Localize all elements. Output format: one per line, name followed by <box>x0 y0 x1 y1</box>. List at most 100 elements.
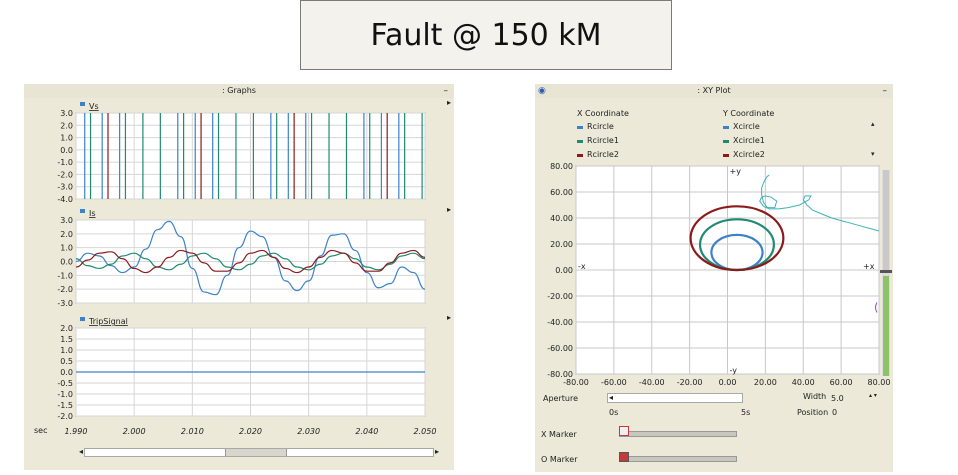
y-tick-label: 0.00 <box>555 266 573 275</box>
time-start-label: 0s <box>609 408 619 417</box>
y-tick-label: -0.5 <box>57 379 73 388</box>
x-tick-label: 0.00 <box>719 378 737 387</box>
graph-0: Vs 3.0 2.0 1.0 0.0 -1.0 -2.0 -3.0 -4.0 ▸ <box>57 98 451 204</box>
xy-panel-header: ◉ : XY Plot – <box>535 84 893 98</box>
graphs-panel-header: : Graphs – <box>24 84 454 98</box>
y-tick-label: -20.00 <box>547 292 573 301</box>
x-tick-label: -60.00 <box>601 378 627 387</box>
y-tick-label: 20.00 <box>550 240 573 249</box>
graph-title: Vs <box>89 102 99 111</box>
legend-label: Rcircle1 <box>587 136 619 145</box>
x-tick-label: -40.00 <box>639 378 665 387</box>
y-tick-label: 1.0 <box>60 134 73 143</box>
aperture-label: Aperture <box>543 394 579 403</box>
y-tick-label: 0.0 <box>60 258 73 267</box>
pin-icon[interactable]: ◉ <box>538 84 546 98</box>
x-tick-label: 20.00 <box>754 378 777 387</box>
x-tick-label: 2.010 <box>181 427 204 436</box>
aperture-left-arrow-icon[interactable]: ◂ <box>609 393 613 402</box>
y-tick-label: -60.00 <box>547 344 573 353</box>
width-spinner-icon[interactable]: ▴ ▾ <box>869 392 877 399</box>
xy-plot: -80.00 -60.00 -40.00 -20.00 0.00 20.00 40.00 60… <box>547 162 890 387</box>
y-coordinate-header: Y Coordinate <box>723 109 775 118</box>
graphs-canvas: Vs3.02.01.00.0-1.0-2.0-3.0-4.0▸Is3.02.01… <box>34 98 451 436</box>
graphs-horizontal-scrollbar[interactable] <box>84 448 434 457</box>
y-tick-label: 1.0 <box>60 244 73 253</box>
y-tick-label: 3.0 <box>60 109 73 118</box>
plus-x-label: +x <box>863 262 875 271</box>
graphs-panel: : Graphs – Vs 3.0 2.0 1.0 0.0 -1.0 -2.0 -3.0 -4.… <box>24 84 454 470</box>
page-title: Fault @ 150 kM <box>370 17 602 53</box>
y-tick-label: 2.0 <box>60 230 73 239</box>
x-marker-thumb[interactable] <box>619 426 629 436</box>
y-tick-label: -3.0 <box>57 299 73 308</box>
legend-label: Xcircle2 <box>733 150 765 159</box>
expand-arrow-icon: ▸ <box>447 98 451 107</box>
x-tick-label: -20.00 <box>677 378 703 387</box>
scroll-up-arrow-icon[interactable]: ▴ <box>871 120 875 128</box>
minus-x-label: -x <box>578 262 586 271</box>
x-tick-label: 2.000 <box>123 427 146 436</box>
position-label: Position <box>797 408 829 417</box>
legend-swatch <box>577 140 583 143</box>
y-tick-label: 1.0 <box>60 346 73 355</box>
x-tick-label: 2.020 <box>239 427 262 436</box>
width-value[interactable]: 5.0 <box>831 394 844 403</box>
legend-swatch <box>80 317 85 321</box>
y-tick-label: -1.0 <box>57 158 73 167</box>
graph-1: Is 3.0 2.0 1.0 0.0 -1.0 -2.0 -3.0 ▸ <box>57 205 451 308</box>
x-tick-label: -80.00 <box>563 378 589 387</box>
minus-y-label: -y <box>730 366 738 375</box>
legend-label: Xcircle1 <box>733 136 765 145</box>
aperture-slider[interactable] <box>607 393 743 403</box>
y-tick-label: 0.0 <box>60 146 73 155</box>
xy-panel-title: : XY Plot <box>697 86 731 95</box>
minimize-button[interactable]: – <box>444 84 449 98</box>
x-marker-track[interactable] <box>619 431 737 437</box>
y-tick-label: 1.5 <box>60 335 73 344</box>
legend-swatch <box>577 154 583 157</box>
x-tick-label: 2.040 <box>355 427 378 436</box>
scroll-track-upper <box>883 170 889 270</box>
minimize-button[interactable]: – <box>883 84 888 98</box>
legend-swatch <box>577 126 583 129</box>
y-tick-label: 2.0 <box>60 121 73 130</box>
x-tick-label: 80.00 <box>868 378 891 387</box>
y-tick-label: -2.0 <box>57 170 73 179</box>
position-value: 0 <box>832 408 838 417</box>
legend-label: Rcircle <box>587 122 614 131</box>
scroll-left-arrow-icon[interactable]: ◂ <box>79 447 83 456</box>
y-tick-label: -1.5 <box>57 401 73 410</box>
y-tick-label: 3.0 <box>60 216 73 225</box>
y-tick-label: 60.00 <box>550 188 573 197</box>
scroll-thumb[interactable] <box>880 270 892 273</box>
legend-scrollbar[interactable]: ▴ ▾ <box>871 120 879 158</box>
scroll-down-arrow-icon[interactable]: ▾ <box>871 150 875 158</box>
legend-swatch <box>80 102 85 106</box>
scroll-right-arrow-icon[interactable]: ▸ <box>435 447 439 456</box>
xy-vertical-scrollbar[interactable] <box>880 170 892 376</box>
x-tick-label: 2.050 <box>414 427 437 436</box>
scroll-thumb[interactable] <box>225 449 287 456</box>
graph-title: TripSignal <box>88 317 128 326</box>
x-coordinate-header: X Coordinate <box>577 109 629 118</box>
legend-label: Xcircle <box>733 122 760 131</box>
y-tick-label: 0.0 <box>60 368 73 377</box>
y-tick-label: -2.0 <box>57 285 73 294</box>
expand-arrow-icon: ▸ <box>447 313 451 322</box>
xy-plot-panel: ◉ : XY Plot – X Coordinate Y Coordinate … <box>535 84 893 472</box>
legend-swatch <box>80 209 85 213</box>
legend-swatch <box>723 140 729 143</box>
y-tick-label: 0.5 <box>60 357 73 366</box>
o-marker-label: O Marker <box>541 455 578 464</box>
time-end-label: 5s <box>741 408 751 417</box>
y-tick-label: -1.0 <box>57 271 73 280</box>
graph-title: Is <box>89 209 96 218</box>
expand-arrow-icon: ▸ <box>447 205 451 214</box>
y-tick-label: -3.0 <box>57 183 73 192</box>
y-tick-label: -1.0 <box>57 390 73 399</box>
o-marker-thumb[interactable] <box>619 452 629 462</box>
o-marker-track[interactable] <box>619 456 737 462</box>
y-tick-label: 2.0 <box>60 324 73 333</box>
width-label: Width <box>803 392 827 401</box>
